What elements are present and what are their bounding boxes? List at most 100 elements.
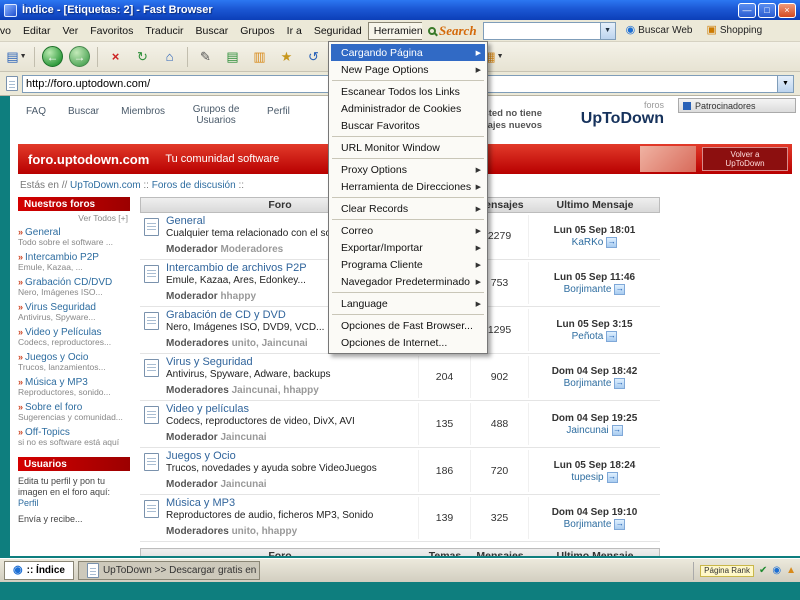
toolbar-separator bbox=[97, 46, 98, 67]
favorites-button[interactable]: ★ bbox=[274, 45, 299, 69]
search-dropdown-icon[interactable]: ▼ bbox=[600, 21, 616, 40]
menu-buscar[interactable]: Buscar bbox=[190, 22, 235, 40]
volver-uptodown-button[interactable]: Volver a UpToDown bbox=[702, 147, 788, 171]
history-button[interactable]: ↺ bbox=[301, 45, 326, 69]
submenu-arrow-icon: ▶ bbox=[475, 205, 481, 213]
menu-item-cargando-pagina[interactable]: Cargando Página ▶ bbox=[331, 44, 485, 61]
search-combo: ▼ bbox=[482, 21, 616, 40]
temas-count: 135 bbox=[418, 403, 470, 445]
stop-button[interactable]: × bbox=[103, 45, 128, 69]
menu-item-navegador-predeterminado[interactable]: Navegador Predeterminado ▶ bbox=[331, 273, 485, 290]
menu-ir-a[interactable]: Ir a bbox=[281, 22, 308, 40]
nav-buscar[interactable]: Buscar bbox=[68, 106, 99, 117]
logo-uptodown: UpToDown bbox=[580, 110, 664, 127]
menu-item-programa-cliente[interactable]: Programa Cliente ▶ bbox=[331, 256, 485, 273]
last-post-author-link[interactable]: Borjimante bbox=[564, 519, 612, 530]
menu-item-proxy-options[interactable]: Proxy Options ▶ bbox=[331, 161, 485, 178]
breadcrumb-forum-link[interactable]: Foros de discusión bbox=[152, 180, 236, 191]
menu-archivo[interactable]: Archivo bbox=[0, 22, 17, 40]
goto-post-icon[interactable]: → bbox=[606, 330, 618, 342]
last-post-author-link[interactable]: KaRKo bbox=[572, 237, 604, 248]
menu-traducir[interactable]: Traducir bbox=[139, 22, 189, 40]
fill-forms-button[interactable]: ✎ bbox=[193, 45, 218, 69]
view-all-link[interactable]: Ver Todos [+] bbox=[18, 211, 130, 227]
forum-link[interactable]: Juegos y Ocio bbox=[166, 450, 412, 463]
sidebar-item-musica[interactable]: » Música y MP3 Reproductores, sonido... bbox=[18, 377, 130, 397]
perfil-link[interactable]: Perfil bbox=[18, 498, 39, 508]
menu-favoritos[interactable]: Favoritos bbox=[84, 22, 139, 40]
maximize-button[interactable]: □ bbox=[758, 2, 776, 18]
scripts-button[interactable]: ▥ bbox=[247, 45, 272, 69]
forward-button[interactable]: → bbox=[67, 45, 92, 69]
nav-perfil[interactable]: Perfil bbox=[267, 106, 290, 117]
sidebar-item-juegos[interactable]: » Juegos y Ocio Trucos, lanzamientos... bbox=[18, 352, 130, 372]
status-globe-icon[interactable]: ◉ bbox=[772, 565, 781, 576]
home-button[interactable]: ⌂ bbox=[157, 45, 182, 69]
status-alert-icon[interactable]: ▲ bbox=[786, 565, 796, 576]
site-logo[interactable]: foros UpToDown bbox=[581, 100, 664, 128]
menu-item-url-monitor[interactable]: URL Monitor Window bbox=[331, 139, 485, 156]
menu-item-opciones-internet[interactable]: Opciones de Internet... bbox=[331, 334, 485, 351]
menu-item-clear-records[interactable]: Clear Records ▶ bbox=[331, 200, 485, 217]
mensajes-count: 720 bbox=[470, 450, 528, 492]
menu-item-buscar-favoritos[interactable]: Buscar Favoritos bbox=[331, 117, 485, 134]
new-page-button[interactable]: ▤ ▼ bbox=[4, 45, 29, 69]
sidebar-item-grabacion[interactable]: » Grabación CD/DVD Nero, Imágenes ISO... bbox=[18, 277, 130, 297]
buscar-web-button[interactable]: ◉ Buscar Web bbox=[622, 23, 697, 38]
sidebar-item-p2p[interactable]: » Intercambio P2P Emule, Kazaa, ... bbox=[18, 252, 130, 272]
sidebar-item-offtopics[interactable]: » Off-Topics si no es software está aquí bbox=[18, 427, 130, 447]
last-post-author-link[interactable]: Borjimante bbox=[564, 378, 612, 389]
sidebar-item-sobre-foro[interactable]: » Sobre el foro Sugerencias y comunidad..… bbox=[18, 402, 130, 422]
close-button[interactable]: × bbox=[778, 2, 796, 18]
menu-item-new-page-options[interactable]: New Page Options ▶ bbox=[331, 61, 485, 78]
minimize-button[interactable]: — bbox=[738, 2, 756, 18]
goto-post-icon[interactable]: → bbox=[606, 471, 618, 483]
goto-post-icon[interactable]: → bbox=[614, 283, 626, 295]
nav-grupos-usuarios[interactable]: Grupos de Usuarios bbox=[187, 104, 245, 126]
menu-item-admin-cookies[interactable]: Administrador de Cookies bbox=[331, 100, 485, 117]
goto-post-icon[interactable]: → bbox=[606, 236, 618, 248]
forum-link[interactable]: Música y MP3 bbox=[166, 497, 412, 510]
menu-seguridad[interactable]: Seguridad bbox=[308, 22, 368, 40]
translate-button[interactable]: ▤ bbox=[220, 45, 245, 69]
shopping-button[interactable]: ▣ Shopping bbox=[702, 23, 766, 38]
menu-ver[interactable]: Ver bbox=[56, 22, 84, 40]
last-post-author-link[interactable]: Borjimante bbox=[564, 284, 612, 295]
header-ultimo: Ultimo Mensaje bbox=[556, 550, 634, 556]
menu-item-correo[interactable]: Correo ▶ bbox=[331, 222, 485, 239]
menu-editar[interactable]: Editar bbox=[17, 22, 56, 40]
sidebar-item-general[interactable]: » General Todo sobre el software ... bbox=[18, 227, 130, 247]
search-input[interactable] bbox=[482, 21, 601, 40]
status-check-icon[interactable]: ✔ bbox=[759, 565, 767, 576]
menu-item-escanear-links[interactable]: Escanear Todos los Links bbox=[331, 83, 485, 100]
forum-link[interactable]: Video y películas bbox=[166, 403, 412, 416]
menu-item-herramienta-direcciones[interactable]: Herramienta de Direcciones ▶ bbox=[331, 178, 485, 195]
sidebar-item-video[interactable]: » Video y Películas Codecs, reproductores… bbox=[18, 327, 130, 347]
arrow-icon: » bbox=[18, 377, 24, 387]
last-post-author-link[interactable]: tupesip bbox=[571, 472, 603, 483]
nav-miembros[interactable]: Miembros bbox=[121, 106, 165, 117]
goto-post-icon[interactable]: → bbox=[614, 377, 626, 389]
goto-post-icon[interactable]: → bbox=[611, 424, 623, 436]
breadcrumb-site-link[interactable]: UpToDown.com bbox=[70, 180, 141, 191]
tab-indice[interactable]: ◉ :: Índice bbox=[4, 561, 74, 580]
forum-link[interactable]: Virus y Seguridad bbox=[166, 356, 412, 369]
nav-faq[interactable]: FAQ bbox=[26, 106, 46, 117]
tab-uptodown-descargar[interactable]: UpToDown >> Descargar gratis en e bbox=[77, 561, 260, 580]
last-post-author-link[interactable]: Jaincunai bbox=[566, 425, 608, 436]
menu-item-language[interactable]: Language ▶ bbox=[331, 295, 485, 312]
goto-post-icon[interactable]: → bbox=[614, 518, 626, 530]
menu-item-exportar-importar[interactable]: Exportar/Importar ▶ bbox=[331, 239, 485, 256]
refresh-button[interactable]: ↻ bbox=[130, 45, 155, 69]
home-icon: ⌂ bbox=[165, 49, 174, 64]
breadcrumb-prefix: Estás en // bbox=[20, 180, 68, 191]
menu-herramientas[interactable]: Herramientas bbox=[367, 21, 422, 40]
back-button[interactable]: ← bbox=[40, 45, 65, 69]
menu-grupos[interactable]: Grupos bbox=[234, 22, 280, 40]
sidebar-item-virus[interactable]: » Virus Seguridad Antivirus, Spyware... bbox=[18, 302, 130, 322]
address-dropdown-icon[interactable]: ▼ bbox=[777, 75, 793, 92]
patrocinadores-button[interactable]: Patrocinadores bbox=[678, 98, 796, 113]
menu-item-opciones-fast-browser[interactable]: Opciones de Fast Browser... bbox=[331, 317, 485, 334]
sidebar-item-desc: Codecs, reproductores... bbox=[18, 337, 112, 347]
last-post-author-link[interactable]: Peñota bbox=[572, 331, 604, 342]
